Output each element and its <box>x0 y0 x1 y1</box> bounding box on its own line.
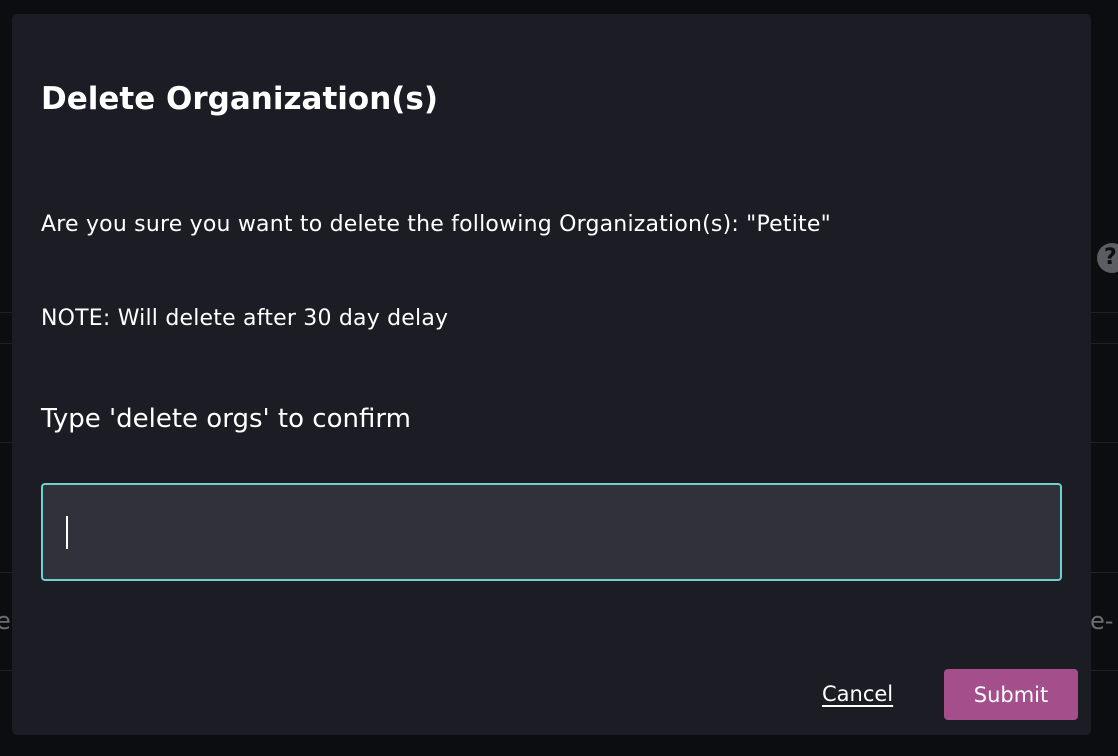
confirm-input-label: Type 'delete orgs' to confirm <box>41 404 411 434</box>
background-text-fragment: e- <box>1090 607 1114 635</box>
help-icon[interactable]: ? <box>1097 243 1118 273</box>
cancel-button[interactable]: Cancel <box>822 679 893 709</box>
dialog-title: Delete Organization(s) <box>41 81 439 117</box>
submit-button[interactable]: Submit <box>944 669 1078 720</box>
delete-confirmation-question: Are you sure you want to delete the foll… <box>41 212 831 237</box>
delete-delay-note: NOTE: Will delete after 30 day delay <box>41 306 449 331</box>
text-cursor <box>66 516 68 549</box>
delete-organization-dialog: Delete Organization(s) Are you sure you … <box>12 14 1091 735</box>
confirm-text-input[interactable] <box>41 483 1062 581</box>
background-text-fragment: e <box>0 607 11 635</box>
